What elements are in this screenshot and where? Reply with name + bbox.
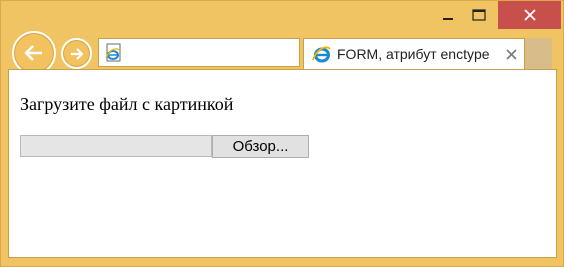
close-icon [505, 48, 517, 60]
tab-title: FORM, атрибут enctype [337, 46, 490, 62]
tab-form-enctype[interactable]: FORM, атрибут enctype [303, 38, 525, 69]
file-path-field[interactable] [20, 135, 212, 157]
arrow-right-icon [70, 47, 83, 60]
maximize-icon [472, 9, 486, 21]
arrow-left-icon [24, 45, 42, 61]
address-input[interactable] [127, 41, 317, 64]
page-content: Загрузите файл с картинкой Обзор... [8, 69, 557, 258]
tab-close-button[interactable] [502, 45, 520, 63]
browser-window: FORM, атрибут enctype Загрузите файл с к… [0, 0, 564, 267]
close-icon [523, 9, 536, 21]
minimize-icon [442, 18, 453, 20]
ie-page-icon [105, 43, 121, 62]
new-tab-button[interactable] [525, 38, 552, 69]
close-window-button[interactable] [498, 1, 561, 29]
address-bar [98, 38, 385, 67]
page-heading: Загрузите файл с картинкой [20, 94, 234, 114]
browse-button[interactable]: Обзор... [212, 135, 309, 158]
minimize-button[interactable] [434, 1, 461, 29]
maximize-button[interactable] [464, 1, 494, 29]
ie-logo-icon [312, 46, 331, 63]
forward-button[interactable] [61, 38, 92, 69]
